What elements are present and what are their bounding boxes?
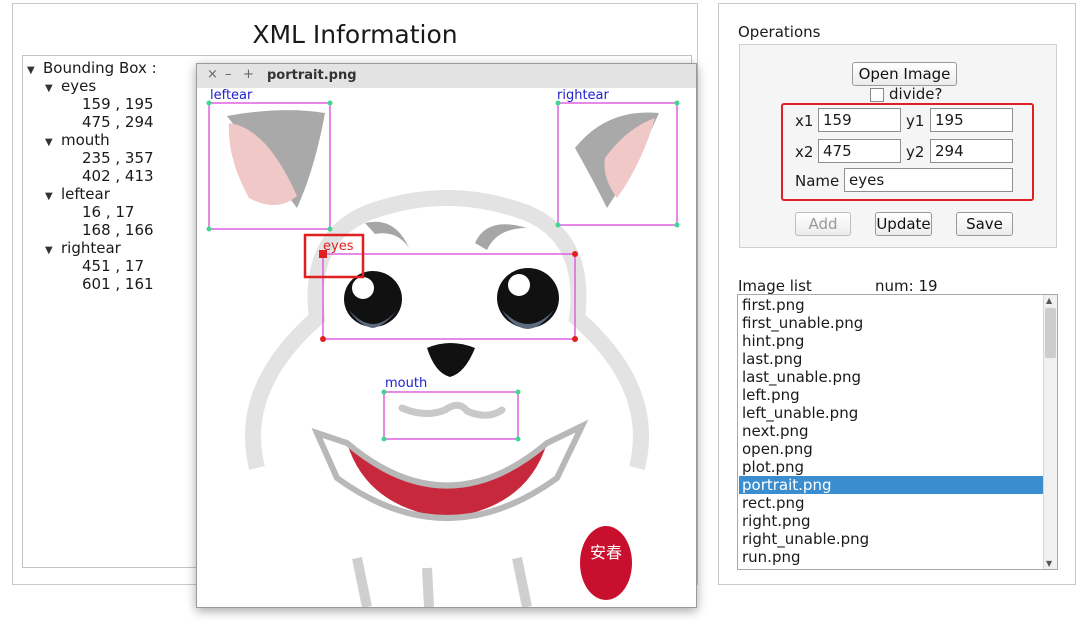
tree-leaf[interactable]: 475 , 294 — [82, 113, 154, 131]
right-eye — [497, 268, 559, 328]
divide-label: divide? — [889, 85, 943, 103]
y2-input[interactable]: 294 — [930, 139, 1013, 163]
scroll-up-arrow-icon[interactable]: ▲ — [1046, 296, 1052, 305]
operations-label: Operations — [738, 23, 821, 41]
bbox-label: leftear — [210, 88, 253, 103]
expand-triangle-icon[interactable]: ▼ — [45, 242, 61, 260]
image-list[interactable]: first.png first_unable.png hint.png last… — [737, 294, 1058, 570]
list-item[interactable]: plot.png — [739, 458, 1044, 476]
expand-triangle-icon[interactable]: ▼ — [45, 80, 61, 98]
bbox-label: eyes — [323, 239, 354, 254]
tree-root[interactable]: ▼ Bounding Box : — [27, 59, 157, 77]
open-image-button[interactable]: Open Image — [852, 62, 957, 86]
tree-leaf[interactable]: 402 , 413 — [82, 167, 154, 185]
y2-label: y2 — [906, 143, 925, 161]
list-item[interactable]: first_unable.png — [739, 314, 1044, 332]
tree-leaf[interactable]: 235 , 357 — [82, 149, 154, 167]
list-item[interactable]: next.png — [739, 422, 1044, 440]
list-item[interactable]: right_unable.png — [739, 530, 1044, 548]
save-button[interactable]: Save — [956, 212, 1013, 236]
image-window: × – + portrait.png 安春 leftear rightear e… — [196, 63, 697, 608]
tree-node-mouth[interactable]: ▼ mouth — [45, 131, 110, 149]
list-item[interactable]: first.png — [739, 296, 1044, 314]
name-input[interactable]: eyes — [844, 168, 1013, 192]
expand-triangle-icon[interactable]: ▼ — [45, 188, 61, 206]
x2-input[interactable]: 475 — [818, 139, 901, 163]
minimize-icon[interactable]: – — [225, 67, 232, 82]
seal-stamp — [580, 526, 632, 600]
x1-input[interactable]: 159 — [818, 108, 901, 132]
y1-label: y1 — [906, 112, 925, 130]
expand-triangle-icon[interactable]: ▼ — [45, 134, 61, 152]
tree-leaf[interactable]: 451 , 17 — [82, 257, 144, 275]
update-button[interactable]: Update — [875, 212, 932, 236]
list-item[interactable]: run.png — [739, 548, 1044, 566]
tree-leaf[interactable]: 601 , 161 — [82, 275, 154, 293]
seal-text: 安春 — [590, 543, 622, 562]
x2-label: x2 — [795, 143, 814, 161]
x1-label: x1 — [795, 112, 814, 130]
list-scrollbar[interactable]: ▲ ▼ — [1043, 295, 1057, 569]
operations-group: Open Image divide? x1 159 y1 195 x2 475 … — [739, 44, 1057, 248]
tree-node-rightear[interactable]: ▼ rightear — [45, 239, 121, 257]
bbox-label: mouth — [385, 376, 427, 391]
list-item[interactable]: left_unable.png — [739, 404, 1044, 422]
close-icon[interactable]: × — [207, 67, 218, 82]
tree-node-label: mouth — [61, 131, 110, 149]
tree-node-label: leftear — [61, 185, 110, 203]
tree-leaf[interactable]: 16 , 17 — [82, 203, 134, 221]
image-count: num: 19 — [875, 277, 938, 295]
divide-checkbox[interactable] — [870, 88, 884, 102]
maximize-icon[interactable]: + — [243, 67, 254, 82]
xml-panel-title: XML Information — [252, 20, 458, 49]
tree-root-label: Bounding Box : — [43, 59, 157, 77]
scroll-down-arrow-icon[interactable]: ▼ — [1046, 559, 1052, 568]
tree-leaf[interactable]: 159 , 195 — [82, 95, 154, 113]
list-item[interactable]: hint.png — [739, 332, 1044, 350]
add-button[interactable]: Add — [795, 212, 851, 236]
tree-leaf[interactable]: 168 , 166 — [82, 221, 154, 239]
image-list-label: Image list — [738, 277, 812, 295]
operations-panel: Operations Open Image divide? x1 159 y1 … — [718, 3, 1076, 585]
tree-node-leftear[interactable]: ▼ leftear — [45, 185, 110, 203]
image-window-title: portrait.png — [267, 68, 357, 83]
expand-triangle-icon[interactable]: ▼ — [27, 62, 43, 80]
tree-node-eyes[interactable]: ▼ eyes — [45, 77, 96, 95]
left-eye — [344, 271, 402, 327]
portrait-image-canvas[interactable]: 安春 leftear rightear eyes mouth — [197, 88, 696, 607]
list-item-selected[interactable]: portrait.png — [739, 476, 1044, 494]
image-window-titlebar[interactable]: × – + portrait.png — [197, 64, 696, 89]
list-item[interactable]: left.png — [739, 386, 1044, 404]
list-item[interactable]: rect.png — [739, 494, 1044, 512]
list-item[interactable]: right.png — [739, 512, 1044, 530]
tree-node-label: rightear — [61, 239, 121, 257]
tree-node-label: eyes — [61, 77, 97, 95]
name-label: Name — [795, 172, 840, 190]
bbox-label: rightear — [557, 88, 610, 103]
scroll-thumb[interactable] — [1045, 308, 1056, 358]
list-item[interactable]: last.png — [739, 350, 1044, 368]
list-item[interactable]: open.png — [739, 440, 1044, 458]
list-item[interactable]: last_unable.png — [739, 368, 1044, 386]
y1-input[interactable]: 195 — [930, 108, 1013, 132]
